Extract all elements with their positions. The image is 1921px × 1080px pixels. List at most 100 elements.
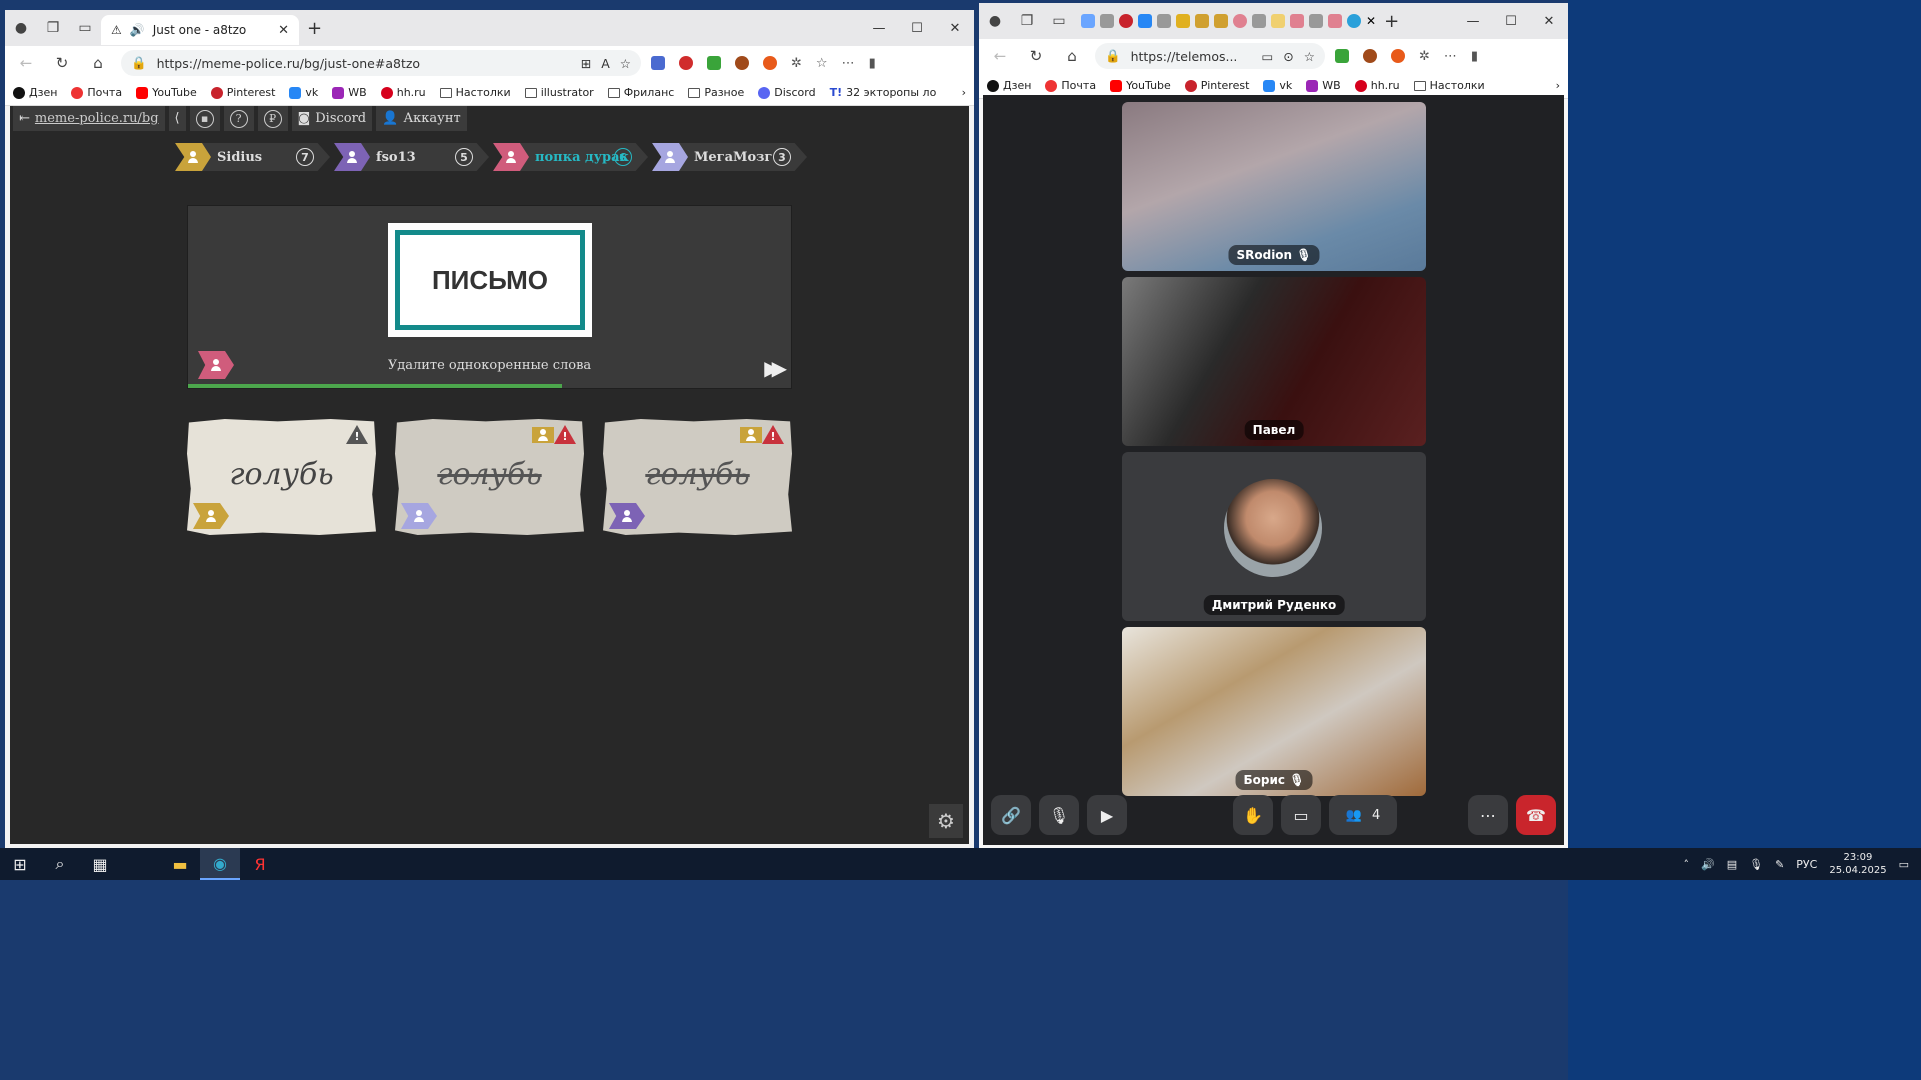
bookmark-item[interactable]: vk bbox=[289, 86, 318, 99]
bookmark-item[interactable]: Почта bbox=[1045, 79, 1096, 92]
download-ext-icon[interactable] bbox=[707, 56, 721, 70]
profile-icon[interactable]: ● bbox=[5, 14, 37, 42]
favorites-icon[interactable]: ☆ bbox=[816, 56, 828, 71]
bookmark-folder[interactable]: Настолки bbox=[1413, 79, 1485, 92]
clue-card[interactable]: ! голубь bbox=[187, 419, 376, 535]
clock[interactable]: 23:09 25.04.2025 bbox=[1829, 851, 1886, 877]
tab-icon[interactable] bbox=[1290, 14, 1304, 28]
tab-icon[interactable] bbox=[1100, 14, 1114, 28]
network-icon[interactable]: ▤ bbox=[1727, 858, 1737, 871]
audio-icon[interactable]: 🔊 bbox=[130, 23, 145, 37]
tab-icon[interactable] bbox=[1309, 14, 1323, 28]
home-button[interactable]: ⌂ bbox=[85, 54, 111, 72]
speaker-icon[interactable]: 🔊 bbox=[1701, 858, 1715, 871]
download-ext-icon[interactable] bbox=[1335, 49, 1349, 63]
discord-button[interactable]: ◙ Discord bbox=[291, 106, 373, 131]
player-tag[interactable]: fso13 5 bbox=[334, 143, 489, 171]
minimize-button[interactable]: — bbox=[1454, 14, 1492, 29]
language-indicator[interactable]: РУС bbox=[1796, 858, 1817, 871]
fire-ext-icon[interactable] bbox=[1391, 49, 1405, 63]
sidebar-icon[interactable]: ▮ bbox=[869, 56, 876, 71]
clue-card[interactable]: ! голубь bbox=[603, 419, 792, 535]
chevron-right-icon[interactable]: › bbox=[962, 86, 966, 99]
start-icon[interactable]: ⊞ bbox=[0, 848, 40, 880]
settings-gear-icon[interactable]: ⚙ bbox=[929, 804, 963, 838]
more-options-icon[interactable]: ⋯ bbox=[1468, 795, 1508, 835]
telegram-tab-icon[interactable] bbox=[1347, 14, 1361, 28]
collections-icon[interactable]: ❐ bbox=[37, 14, 69, 42]
reload-button[interactable]: ↻ bbox=[49, 54, 75, 72]
notifications-icon[interactable]: ▭ bbox=[1899, 858, 1909, 871]
sidebar-icon[interactable]: ▮ bbox=[1471, 49, 1478, 64]
video-tile[interactable]: Борис 🎙 bbox=[1122, 627, 1426, 796]
bookmark-item[interactable]: T! 32 экторопы ло bbox=[830, 86, 937, 99]
clue-card[interactable]: ! голубь bbox=[395, 419, 584, 535]
bookmark-item[interactable]: Дзен bbox=[987, 79, 1031, 92]
extension-icon[interactable] bbox=[651, 56, 665, 70]
close-tab-icon[interactable]: ✕ bbox=[278, 23, 289, 38]
video-tile[interactable]: Павел bbox=[1122, 277, 1426, 446]
close-window-button[interactable]: ✕ bbox=[1530, 14, 1568, 29]
player-tag[interactable]: Sidius 7 bbox=[175, 143, 330, 171]
camera-icon[interactable]: ▶ bbox=[1087, 795, 1127, 835]
file-explorer-icon[interactable]: ▬ bbox=[160, 848, 200, 880]
maximize-button[interactable]: ☐ bbox=[1492, 14, 1530, 29]
tab-icon[interactable] bbox=[1233, 14, 1247, 28]
new-tab-button[interactable]: + bbox=[307, 18, 322, 39]
more-icon[interactable]: ⋯ bbox=[1444, 49, 1457, 64]
extension-icon[interactable] bbox=[1363, 49, 1377, 63]
read-aloud-icon[interactable]: A bbox=[601, 56, 610, 71]
help-button[interactable]: ? bbox=[223, 106, 254, 131]
yandex-browser-icon[interactable]: Я bbox=[240, 848, 280, 880]
chevron-up-icon[interactable]: ˄ bbox=[1684, 858, 1690, 871]
tab-icon[interactable] bbox=[1328, 14, 1342, 28]
favorite-star-icon[interactable]: ☆ bbox=[1304, 49, 1315, 64]
tab-icon[interactable] bbox=[1214, 14, 1228, 28]
tab-icon[interactable] bbox=[1195, 14, 1209, 28]
home-button[interactable]: ⌂ bbox=[1059, 47, 1085, 65]
skip-forward-icon[interactable]: ▶▶ bbox=[764, 356, 787, 380]
camera-icon[interactable]: ▭ bbox=[1261, 49, 1273, 64]
bookmark-item[interactable]: WB bbox=[1306, 79, 1341, 92]
fire-ext-icon[interactable] bbox=[763, 56, 777, 70]
edge-icon[interactable]: ◉ bbox=[200, 848, 240, 880]
bookmark-item[interactable]: vk bbox=[1263, 79, 1292, 92]
video-tile[interactable]: SRodion 🎙 bbox=[1122, 102, 1426, 271]
tab-icon[interactable] bbox=[1119, 14, 1133, 28]
player-tag[interactable]: МегаМозг 3 bbox=[652, 143, 807, 171]
bookmark-item[interactable]: Дзен bbox=[13, 86, 57, 99]
donate-button[interactable]: ₽ bbox=[257, 106, 288, 131]
minimize-button[interactable]: — bbox=[860, 21, 898, 36]
tab-icon[interactable] bbox=[1081, 14, 1095, 28]
bookmark-item[interactable]: WB bbox=[332, 86, 367, 99]
tab-icon[interactable] bbox=[1252, 14, 1266, 28]
bookmark-item[interactable]: YouTube bbox=[1110, 79, 1171, 92]
bookmark-folder[interactable]: Фриланс bbox=[607, 86, 674, 99]
puzzle-icon[interactable]: ✲ bbox=[1419, 49, 1430, 64]
maximize-button[interactable]: ☐ bbox=[898, 21, 936, 36]
back-button[interactable]: ← bbox=[13, 54, 39, 72]
url-field[interactable]: 🔒 https://meme-police.ru/bg/just-one#a8t… bbox=[121, 50, 641, 76]
collections-icon[interactable]: ❐ bbox=[1011, 7, 1043, 35]
bookmark-folder[interactable]: Настолки bbox=[439, 86, 511, 99]
home-link[interactable]: ⇤ meme-police.ru/bg bbox=[13, 106, 165, 131]
task-view-icon[interactable]: ▦ bbox=[80, 848, 120, 880]
apps-icon[interactable]: ⊞ bbox=[581, 56, 591, 71]
reload-button[interactable]: ↻ bbox=[1023, 47, 1049, 65]
chat-button[interactable]: ▪ bbox=[189, 106, 220, 131]
tab-just-one[interactable]: ⚠ 🔊 Just one - a8tzo ✕ bbox=[101, 15, 299, 45]
share-button[interactable]: ⟨ bbox=[168, 106, 186, 131]
tab-icon[interactable] bbox=[1138, 14, 1152, 28]
close-window-button[interactable]: ✕ bbox=[936, 21, 974, 36]
raise-hand-icon[interactable]: ✋ bbox=[1233, 795, 1273, 835]
microphone-icon[interactable]: 🎙 bbox=[1039, 795, 1079, 835]
microphone-icon[interactable]: 🎙 bbox=[1749, 858, 1763, 871]
end-call-icon[interactable]: ☎ bbox=[1516, 795, 1556, 835]
bookmark-folder[interactable]: illustrator bbox=[524, 86, 594, 99]
search-icon[interactable]: ⌕ bbox=[40, 848, 80, 880]
tab-icon[interactable] bbox=[1271, 14, 1285, 28]
profile-icon[interactable]: ● bbox=[979, 7, 1011, 35]
more-icon[interactable]: ⊙ bbox=[1283, 49, 1293, 64]
close-tab-icon[interactable]: ✕ bbox=[1366, 14, 1376, 28]
puzzle-icon[interactable]: ✲ bbox=[791, 56, 802, 71]
